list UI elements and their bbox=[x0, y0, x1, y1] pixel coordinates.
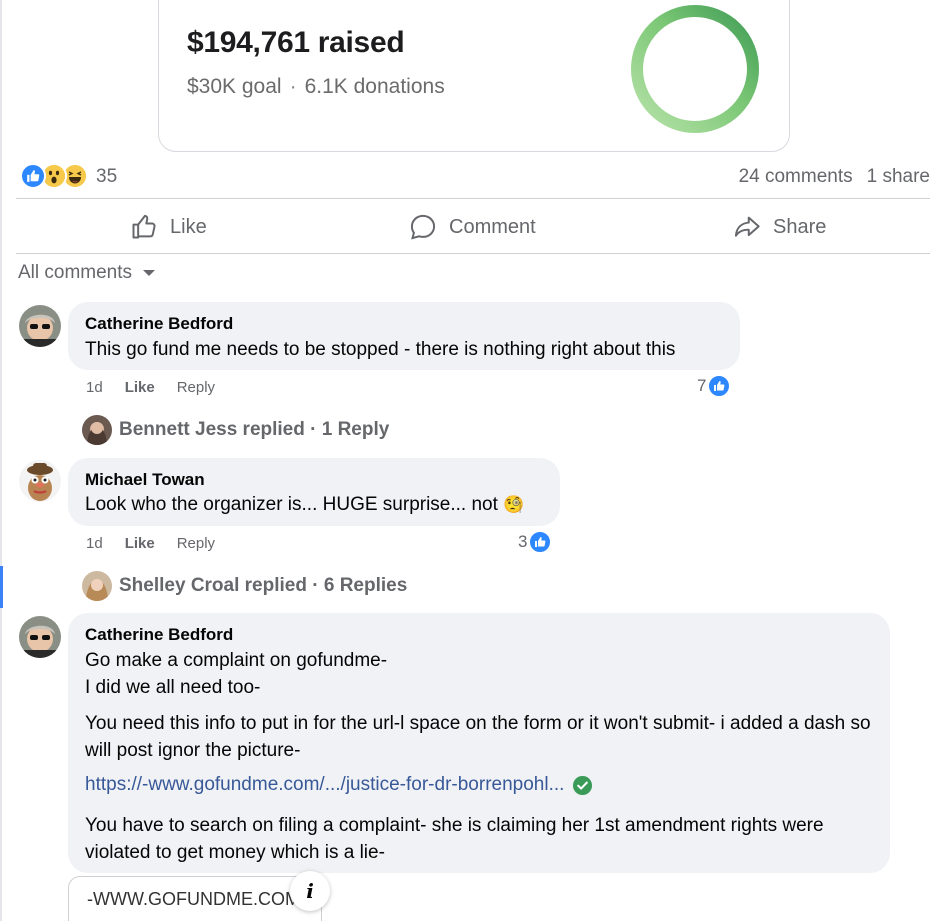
post-stats: 35 24 comments 1 share bbox=[18, 160, 930, 194]
like-badge-icon bbox=[528, 530, 553, 554]
comment-author[interactable]: Michael Towan bbox=[85, 470, 205, 490]
comment-text: This go fund me needs to be stopped - th… bbox=[85, 339, 676, 360]
link-preview-card[interactable]: -WWW.GOFUNDME.COM bbox=[68, 876, 322, 921]
verified-check-icon bbox=[573, 775, 593, 795]
meta-separator: · bbox=[289, 75, 297, 98]
action-bar: Like Comment Share bbox=[16, 202, 930, 252]
comment-line: I did we all need too- bbox=[85, 677, 261, 698]
focus-marker bbox=[0, 566, 3, 608]
like-badge-icon bbox=[707, 374, 732, 398]
comment-bubble: Catherine Bedford Go make a complaint on… bbox=[68, 613, 890, 873]
comment-reply-button[interactable]: Reply bbox=[177, 379, 215, 396]
avatar[interactable] bbox=[19, 460, 61, 502]
like-label: Like bbox=[170, 215, 207, 238]
comment-paragraph: You need this info to put in for the url… bbox=[85, 713, 871, 761]
info-icon[interactable]: i bbox=[290, 871, 330, 911]
comment-reply-button[interactable]: Reply bbox=[177, 535, 215, 552]
monocle-emoji: 🧐 bbox=[503, 495, 525, 515]
comment-time[interactable]: 1d bbox=[86, 535, 103, 552]
comment-bubble: Michael Towan Look who the organizer is.… bbox=[68, 458, 560, 526]
comment-icon bbox=[410, 214, 436, 240]
like-count-number: 3 bbox=[518, 532, 528, 551]
post-counts: 24 comments 1 share bbox=[739, 166, 930, 188]
comment-text: Look who the organizer is... HUGE surpri… bbox=[85, 494, 498, 515]
replies-link[interactable]: Bennett Jess replied · 1 Reply bbox=[82, 415, 389, 445]
divider bbox=[16, 198, 930, 199]
comment-author[interactable]: Catherine Bedford bbox=[85, 625, 233, 645]
comment-author[interactable]: Catherine Bedford bbox=[85, 314, 233, 334]
share-button[interactable]: Share bbox=[733, 202, 826, 252]
comment-text-line: Look who the organizer is... HUGE surpri… bbox=[85, 491, 524, 519]
progress-ring bbox=[631, 5, 759, 133]
reply-avatar bbox=[82, 415, 112, 445]
comment-label: Comment bbox=[449, 215, 536, 238]
comment-like-button[interactable]: Like bbox=[125, 379, 155, 396]
like-button[interactable]: Like bbox=[130, 202, 207, 252]
goal-text: $30K goal bbox=[187, 75, 282, 98]
fundraiser-card[interactable]: $194,761 raised $30K goal · 6.1K donations bbox=[158, 0, 790, 152]
amount-raised: $194,761 raised bbox=[187, 26, 405, 59]
divider bbox=[16, 253, 930, 254]
comment-bubble: Catherine Bedford This go fund me needs … bbox=[68, 302, 740, 370]
comment-line: Go make a complaint on gofundme- bbox=[85, 650, 388, 671]
like-count-number: 7 bbox=[697, 376, 707, 395]
comment-like-count[interactable]: 3 bbox=[518, 530, 553, 554]
comment-meta: 1d Like Reply bbox=[86, 379, 215, 396]
preview-site: -WWW.GOFUNDME.COM bbox=[87, 889, 300, 909]
gofundme-link[interactable]: https://-www.gofundme.com/.../justice-fo… bbox=[85, 774, 564, 796]
comment-time[interactable]: 1d bbox=[86, 379, 103, 396]
comment-paragraph: You have to search on filing a complaint… bbox=[85, 815, 824, 863]
replies-link[interactable]: Shelley Croal replied · 6 Replies bbox=[82, 571, 407, 601]
avatar[interactable] bbox=[19, 616, 61, 658]
like-icon bbox=[20, 163, 46, 189]
comment-link-row: https://-www.gofundme.com/.../justice-fo… bbox=[85, 774, 593, 796]
thumbs-up-icon bbox=[132, 214, 156, 239]
comments-filter-label: All comments bbox=[18, 262, 133, 283]
donations-count: 6.1K donations bbox=[304, 75, 445, 98]
comment-meta: 1d Like Reply bbox=[86, 535, 215, 552]
reaction-count[interactable]: 35 bbox=[96, 166, 117, 188]
chevron-down-icon bbox=[143, 270, 156, 276]
comment-like-button[interactable]: Like bbox=[125, 535, 155, 552]
shares-count[interactable]: 1 share bbox=[867, 166, 930, 187]
avatar[interactable] bbox=[19, 305, 61, 347]
replies-text: Bennett Jess replied · 1 Reply bbox=[119, 419, 390, 440]
comment-button[interactable]: Comment bbox=[409, 202, 536, 252]
reply-avatar bbox=[82, 571, 112, 601]
window-edge bbox=[0, 0, 2, 921]
comment-like-count[interactable]: 7 bbox=[697, 374, 732, 398]
replies-text: Shelley Croal replied · 6 Replies bbox=[119, 575, 408, 596]
share-label: Share bbox=[773, 215, 827, 238]
fundraiser-meta: $30K goal · 6.1K donations bbox=[187, 75, 445, 99]
share-icon bbox=[734, 216, 760, 237]
comments-count[interactable]: 24 comments bbox=[739, 166, 853, 187]
comments-filter[interactable]: All comments bbox=[18, 262, 156, 284]
